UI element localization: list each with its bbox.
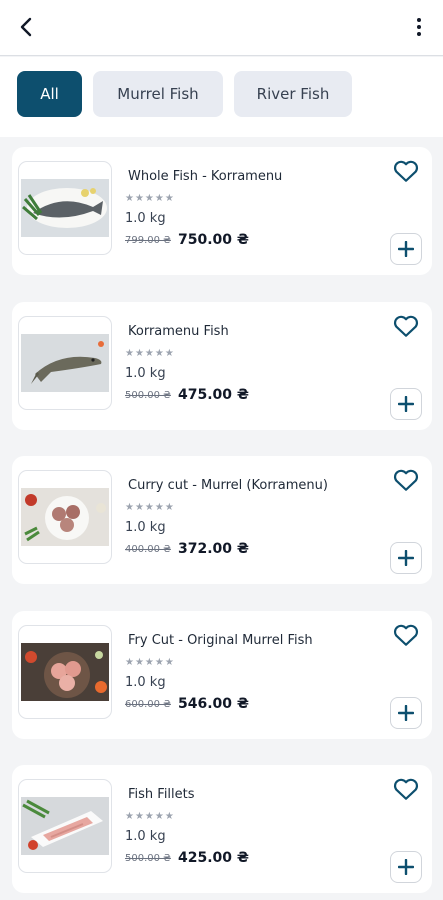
heart-icon[interactable] [393, 777, 419, 801]
add-to-cart-button[interactable] [390, 697, 422, 729]
plus-icon [398, 396, 414, 412]
add-to-cart-button[interactable] [390, 542, 422, 574]
product-name: Fish Fillets [128, 787, 195, 802]
product-card[interactable]: Whole Fish - Korramenu ★★★★★ 1.0 kg 799.… [12, 147, 432, 275]
heart-icon[interactable] [393, 623, 419, 647]
heart-icon[interactable] [393, 468, 419, 492]
product-mrp: 400.00 ₴ [125, 544, 171, 555]
add-to-cart-button[interactable] [390, 851, 422, 883]
product-name: Whole Fish - Korramenu [128, 169, 283, 184]
product-rating: ★★★★★ [125, 811, 175, 822]
plus-icon [398, 705, 414, 721]
product-rating: ★★★★★ [125, 348, 175, 359]
product-mrp: 799.00 ₴ [125, 235, 171, 246]
product-image [18, 779, 112, 873]
product-name: Fry Cut - Original Murrel Fish [128, 633, 313, 648]
more-menu-button[interactable] [407, 12, 431, 42]
category-filter-bar: All Murrel Fish River Fish [0, 57, 443, 137]
more-vertical-icon [417, 18, 421, 36]
product-weight: 1.0 kg [125, 829, 166, 844]
product-price: 425.00 ₴ [178, 850, 249, 866]
product-image [18, 625, 112, 719]
heart-icon[interactable] [393, 314, 419, 338]
filter-chip-all[interactable]: All [17, 71, 82, 117]
plus-icon [398, 859, 414, 875]
product-price: 750.00 ₴ [178, 232, 249, 248]
product-image [18, 161, 112, 255]
filter-chip-murrel-fish[interactable]: Murrel Fish [93, 71, 223, 117]
plus-icon [398, 550, 414, 566]
add-to-cart-button[interactable] [390, 233, 422, 265]
product-rating: ★★★★★ [125, 657, 175, 668]
heart-icon[interactable] [393, 159, 419, 183]
product-weight: 1.0 kg [125, 675, 166, 690]
product-mrp: 600.00 ₴ [125, 699, 171, 710]
product-name: Korramenu Fish [128, 324, 229, 339]
plus-icon [398, 241, 414, 257]
product-card[interactable]: Curry cut - Murrel (Korramenu) ★★★★★ 1.0… [12, 456, 432, 584]
product-price: 372.00 ₴ [178, 541, 249, 557]
product-card[interactable]: Fry Cut - Original Murrel Fish ★★★★★ 1.0… [12, 611, 432, 739]
product-weight: 1.0 kg [125, 366, 166, 381]
product-card[interactable]: Korramenu Fish ★★★★★ 1.0 kg 500.00 ₴ 475… [12, 302, 432, 430]
product-mrp: 500.00 ₴ [125, 390, 171, 401]
arrow-left-icon [20, 17, 32, 37]
product-name: Curry cut - Murrel (Korramenu) [128, 478, 328, 493]
filter-chip-river-fish[interactable]: River Fish [234, 71, 352, 117]
app-header [0, 0, 443, 56]
product-price: 475.00 ₴ [178, 387, 249, 403]
back-button[interactable] [12, 12, 42, 42]
product-card[interactable]: Fish Fillets ★★★★★ 1.0 kg 500.00 ₴ 425.0… [12, 765, 432, 893]
product-weight: 1.0 kg [125, 211, 166, 226]
product-weight: 1.0 kg [125, 520, 166, 535]
product-mrp: 500.00 ₴ [125, 853, 171, 864]
product-image [18, 470, 112, 564]
add-to-cart-button[interactable] [390, 388, 422, 420]
product-rating: ★★★★★ [125, 502, 175, 513]
product-image [18, 316, 112, 410]
product-rating: ★★★★★ [125, 193, 175, 204]
product-price: 546.00 ₴ [178, 696, 249, 712]
